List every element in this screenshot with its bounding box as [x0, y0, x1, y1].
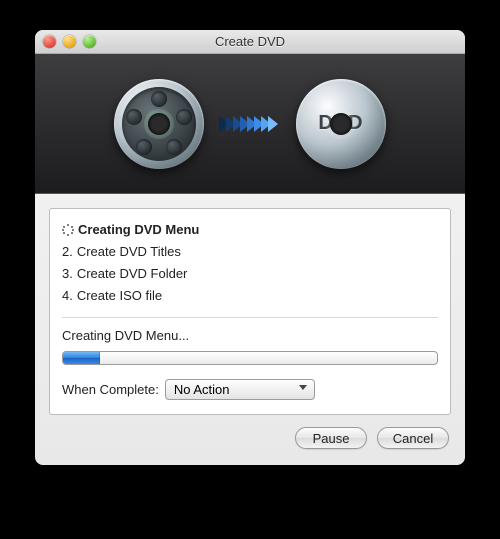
- content-panel: Creating DVD Menu 2. Create DVD Titles 3…: [49, 208, 451, 415]
- hero-graphic: DVD: [35, 54, 465, 194]
- progress-fill: [63, 352, 100, 364]
- cancel-button[interactable]: Cancel: [377, 427, 449, 449]
- pause-button[interactable]: Pause: [295, 427, 367, 449]
- step-label: Creating DVD Menu: [78, 219, 199, 241]
- step-label: Create ISO file: [77, 285, 162, 307]
- dvd-label: DVD: [296, 112, 386, 135]
- step-label: Create DVD Folder: [77, 263, 188, 285]
- step-prefix: 3.: [62, 263, 73, 285]
- step-item: 2. Create DVD Titles: [62, 241, 438, 263]
- close-icon[interactable]: [43, 35, 56, 48]
- progress-bar: [62, 351, 438, 365]
- step-prefix: 4.: [62, 285, 73, 307]
- divider: [62, 317, 438, 318]
- spinner-icon: [62, 224, 74, 236]
- window-title: Create DVD: [35, 34, 465, 49]
- step-item: 3. Create DVD Folder: [62, 263, 438, 285]
- film-reel-icon: [114, 79, 204, 169]
- arrow-chevrons-icon: [222, 116, 278, 132]
- when-complete-label: When Complete:: [62, 382, 159, 397]
- footer-buttons: Pause Cancel: [35, 415, 465, 465]
- zoom-icon[interactable]: [83, 35, 96, 48]
- step-list: Creating DVD Menu 2. Create DVD Titles 3…: [62, 219, 438, 307]
- minimize-icon[interactable]: [63, 35, 76, 48]
- when-complete-select[interactable]: No Action: [165, 379, 315, 400]
- step-item: Creating DVD Menu: [62, 219, 438, 241]
- titlebar: Create DVD: [35, 30, 465, 54]
- status-text: Creating DVD Menu...: [62, 328, 438, 343]
- dialog-window: Create DVD DVD: [35, 30, 465, 465]
- step-item: 4. Create ISO file: [62, 285, 438, 307]
- dvd-disc-icon: DVD: [296, 79, 386, 169]
- when-complete-row: When Complete: No Action: [62, 379, 438, 400]
- traffic-lights: [43, 35, 96, 48]
- step-prefix: 2.: [62, 241, 73, 263]
- step-label: Create DVD Titles: [77, 241, 181, 263]
